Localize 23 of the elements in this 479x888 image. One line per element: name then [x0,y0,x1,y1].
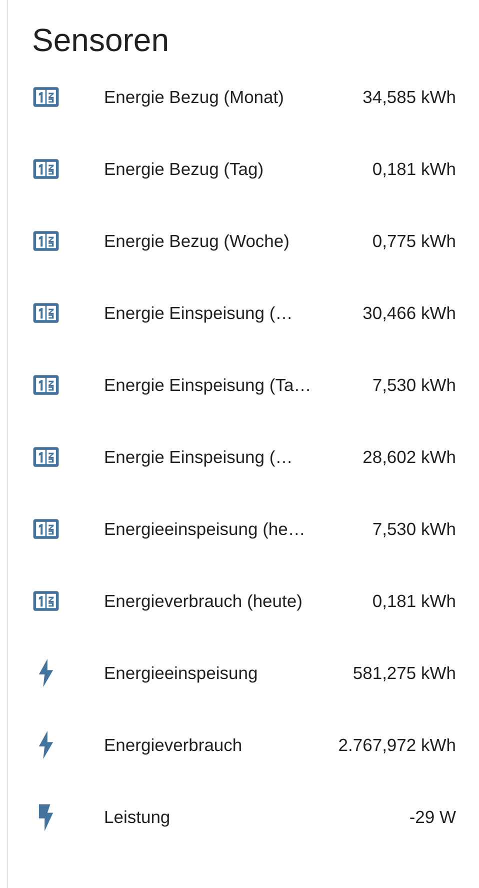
sensor-value: 0,181 kWh [372,158,456,180]
sensor-value: 34,585 kWh [362,86,456,108]
sensor-name: Energie Einspeisung (Ta… [104,374,312,396]
sensor-name: Energie Einspeisung (… [104,302,294,324]
card-title: Sensoren [32,21,170,60]
sensor-value: -29 W [409,806,456,828]
sensor-name: Energieverbrauch (heute) [104,590,304,612]
sensor-name: Energieeinspeisung (he… [104,518,306,540]
sensor-value: 7,530 kWh [372,374,456,396]
sensor-value: 30,466 kWh [362,302,456,324]
sensor-name: Energieverbrauch [104,734,244,756]
sensor-name: Energie Bezug (Woche) [104,230,290,252]
sensor-name: Leistung [104,806,172,828]
sensor-name: Energie Bezug (Tag) [104,158,265,180]
sensor-value: 0,181 kWh [372,590,456,612]
sensor-value: 581,275 kWh [352,662,456,684]
sensor-value: 2.767,972 kWh [338,734,456,756]
sensor-value: 0,775 kWh [372,230,456,252]
sensor-value: 28,602 kWh [362,446,456,468]
sensor-name: Energie Bezug (Monat) [104,86,285,108]
sensor-name: Energieeinspeisung [104,662,259,684]
sensor-value: 7,530 kWh [372,518,456,540]
sensor-name: Energie Einspeisung (… [104,446,294,468]
